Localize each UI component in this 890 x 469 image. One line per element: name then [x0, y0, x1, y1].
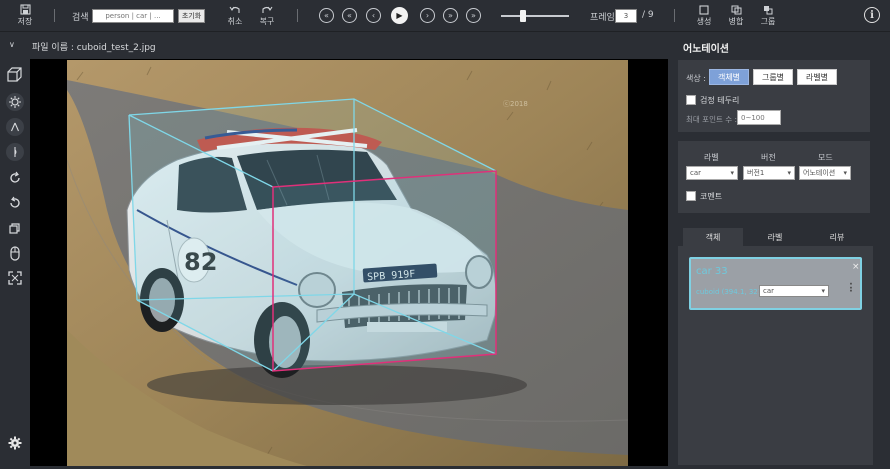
group-label: 그룹 [760, 17, 776, 26]
caret-down-icon: ▾ [843, 169, 847, 177]
first-frame-icon[interactable]: « [319, 8, 334, 23]
group-button[interactable]: 그룹 [758, 5, 778, 27]
label-column-header: 라벨 [704, 153, 719, 162]
merge-label: 병합 [728, 17, 744, 26]
max-points-input[interactable] [737, 110, 781, 125]
comment-label: 코멘트 [700, 192, 723, 201]
undo-button[interactable]: 취소 [225, 5, 245, 27]
fit-screen-icon[interactable] [5, 268, 25, 288]
merge-button[interactable]: 병합 [726, 5, 746, 27]
search-label: 검색 [72, 13, 89, 23]
save-label: 저장 [17, 17, 33, 26]
version-select[interactable]: 버전1 ▾ [743, 166, 795, 180]
toolbar-divider [54, 9, 55, 22]
object-card[interactable]: car 33 × cuboid (394.1, 321.9) car ▾ · · · [689, 257, 862, 310]
redo-button[interactable]: 복구 [257, 5, 277, 27]
left-toolbar [0, 60, 30, 469]
saturation-icon[interactable] [5, 142, 25, 162]
file-header: ∨ 파일 이름 : cuboid_test_2.jpg [0, 33, 668, 57]
cuboid-tool-icon[interactable] [5, 65, 25, 85]
save-button[interactable]: 저장 [15, 4, 35, 27]
toolbar-divider [674, 9, 675, 22]
black-border-checkbox[interactable] [686, 95, 696, 105]
comment-checkbox[interactable] [686, 191, 696, 201]
merge-icon [731, 5, 741, 15]
filename-label: 파일 이름 : cuboid_test_2.jpg [32, 43, 156, 53]
object-title: car 33 [696, 266, 728, 277]
frame-label: 프레임 [590, 13, 615, 23]
mode-select-value: 어노테이션 [803, 169, 836, 177]
save-icon [19, 4, 31, 15]
create-button[interactable]: 생성 [694, 5, 714, 27]
undo-icon [229, 6, 240, 13]
gear-icon[interactable] [5, 433, 25, 453]
search-input[interactable] [92, 9, 174, 23]
contrast-icon[interactable] [5, 117, 25, 137]
undo-label: 취소 [227, 17, 243, 26]
last-frame-icon[interactable]: » [466, 8, 481, 23]
version-column-header: 버전 [761, 153, 776, 162]
play-icon[interactable]: ▶ [391, 7, 408, 24]
color-by-label-button[interactable]: 라벨별 [797, 69, 837, 85]
reset-button[interactable]: 초기화 [178, 9, 205, 23]
object-label-value: car [763, 287, 775, 295]
prev-frame-icon[interactable]: ‹ [366, 8, 381, 23]
brightness-icon[interactable] [5, 92, 25, 112]
caret-down-icon: ▾ [821, 287, 825, 295]
panel-title: 어노테이션 [683, 44, 729, 55]
next-frame-icon[interactable]: › [420, 8, 435, 23]
caret-down-icon: ▾ [787, 169, 791, 177]
toolbar-divider [297, 9, 298, 22]
cuboid-annotation[interactable] [30, 59, 668, 466]
version-select-value: 버전1 [747, 169, 765, 177]
frame-total: / 9 [642, 10, 654, 20]
chevron-down-icon[interactable]: ∨ [9, 40, 15, 49]
mode-column-header: 모드 [818, 153, 833, 162]
copy-icon[interactable] [5, 218, 25, 238]
max-points-label: 최대 포인트 수 : [686, 115, 738, 124]
color-mode-label: 색상 : [686, 74, 706, 83]
mode-select[interactable]: 어노테이션 ▾ [799, 166, 851, 180]
tab-review[interactable]: 리뷰 [807, 228, 867, 246]
redo-icon [262, 6, 273, 13]
frame-slider-handle[interactable] [520, 10, 526, 22]
mouse-icon[interactable] [5, 243, 25, 263]
color-by-object-button[interactable]: 객체별 [709, 69, 749, 85]
group-icon [764, 6, 773, 15]
panel-tabs: 객체 라벨 리뷰 [683, 228, 873, 246]
tab-labels[interactable]: 라벨 [745, 228, 805, 246]
caret-down-icon: ▾ [730, 169, 734, 177]
rotate-right-icon[interactable] [5, 168, 25, 188]
object-label-select[interactable]: car ▾ [759, 285, 829, 297]
frame-slider-track[interactable] [501, 15, 569, 17]
create-icon [699, 5, 709, 15]
color-by-group-button[interactable]: 그룹별 [753, 69, 793, 85]
rotate-left-icon[interactable] [5, 193, 25, 213]
rewind-icon[interactable]: « [342, 8, 357, 23]
annotation-canvas[interactable]: 82 SPB 919F ⓒ2018 [30, 59, 668, 466]
create-label: 생성 [696, 17, 712, 26]
label-select[interactable]: car ▾ [686, 166, 738, 180]
label-select-value: car [690, 169, 702, 177]
info-icon[interactable]: i [864, 7, 880, 23]
fast-forward-icon[interactable]: » [443, 8, 458, 23]
top-toolbar: 저장 검색 초기화 취소 복구 « « ‹ ▶ › » » 프레임 / 9 생성… [0, 0, 890, 32]
redo-label: 복구 [259, 17, 275, 26]
more-vertical-icon[interactable]: · · · [848, 281, 854, 297]
close-icon[interactable]: × [852, 262, 860, 272]
tab-objects[interactable]: 객체 [683, 228, 743, 246]
black-border-label: 검정 테두리 [700, 96, 740, 105]
frame-input[interactable] [615, 9, 637, 23]
